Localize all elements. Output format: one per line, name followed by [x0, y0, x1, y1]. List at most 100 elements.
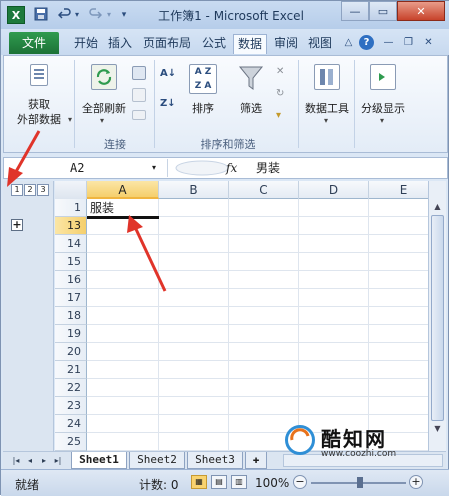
- redo-icon[interactable]: [87, 7, 103, 23]
- tab-page-layout[interactable]: 页面布局: [139, 34, 195, 54]
- zoom-in-button[interactable]: +: [409, 475, 423, 489]
- sort-ascending-icon[interactable]: A↓: [160, 68, 180, 84]
- tab-file[interactable]: 文件: [9, 32, 59, 54]
- close-button[interactable]: ✕: [397, 1, 445, 21]
- ribbon-tab-row: 文件 开始 插入 页面布局 公式 数据 审阅 视图 △ ? — ❐ ✕: [1, 29, 449, 55]
- normal-view-icon[interactable]: ▦: [191, 475, 207, 489]
- tab-review[interactable]: 审阅: [271, 34, 301, 54]
- sheet-tab-3[interactable]: Sheet3: [187, 452, 243, 469]
- worksheet-grid[interactable]: A B C D E 1 13 14 15 16 17 18 19 20 21 2…: [55, 181, 428, 451]
- status-ready: 就绪: [15, 478, 40, 492]
- tab-formulas[interactable]: 公式: [199, 34, 229, 54]
- grid-column-line: [228, 199, 229, 451]
- first-sheet-icon[interactable]: |◂: [11, 455, 21, 467]
- outline-button[interactable]: 分级显示 ▾: [358, 60, 408, 132]
- cell-a1[interactable]: 服装: [88, 200, 158, 217]
- data-tools-button[interactable]: 数据工具 ▾: [302, 60, 352, 132]
- vertical-scrollbar[interactable]: ▲ ▼: [428, 181, 446, 451]
- dropdown-arrow-icon: ▾: [68, 115, 73, 124]
- reapply-icon[interactable]: ↻: [276, 88, 290, 102]
- edit-links-icon[interactable]: [132, 110, 146, 120]
- scroll-up-icon[interactable]: ▲: [430, 199, 445, 214]
- dropdown-arrow-icon: ▾: [380, 116, 385, 125]
- clear-filter-icon[interactable]: ✕: [276, 66, 290, 80]
- grid-row-line: [87, 378, 428, 379]
- expand-group-button[interactable]: +: [11, 219, 23, 231]
- tab-view[interactable]: 视图: [305, 34, 335, 54]
- row-header[interactable]: 13: [55, 217, 87, 235]
- undo-icon[interactable]: [57, 7, 73, 23]
- properties-icon[interactable]: [132, 88, 146, 102]
- connections-icon[interactable]: [132, 66, 146, 80]
- help-icon[interactable]: ?: [359, 35, 374, 50]
- get-external-data-button[interactable]: 获取 外部数据 ▾: [8, 60, 73, 132]
- grid-column-line: [298, 199, 299, 451]
- sheet-tab-2[interactable]: Sheet2: [129, 452, 185, 469]
- tab-data[interactable]: 数据: [233, 34, 267, 54]
- outline-level-3-button[interactable]: 3: [37, 184, 49, 196]
- row-header[interactable]: 24: [55, 415, 87, 433]
- row-header[interactable]: 21: [55, 361, 87, 379]
- zoom-out-button[interactable]: −: [293, 475, 307, 489]
- row-header[interactable]: 15: [55, 253, 87, 271]
- page-break-view-icon[interactable]: ▥: [231, 475, 247, 489]
- connections-group-label: 连接: [104, 138, 126, 151]
- column-header-c[interactable]: C: [229, 181, 299, 199]
- undo-dropdown-icon[interactable]: ▾: [73, 7, 81, 23]
- column-header-a[interactable]: A: [87, 181, 159, 199]
- formula-input[interactable]: 男装: [256, 159, 280, 177]
- name-box[interactable]: A2: [8, 159, 168, 177]
- page-layout-view-icon[interactable]: ▤: [211, 475, 227, 489]
- redo-dropdown-icon[interactable]: ▾: [105, 7, 113, 23]
- wb-minimize-icon[interactable]: —: [381, 35, 396, 50]
- grid-row-line: [87, 234, 428, 235]
- excel-logo-icon[interactable]: X: [7, 6, 25, 24]
- save-icon[interactable]: [33, 7, 49, 23]
- advanced-filter-icon[interactable]: ▾: [276, 110, 290, 124]
- zoom-slider-thumb[interactable]: [357, 477, 363, 488]
- filter-funnel-icon: [238, 64, 264, 92]
- last-sheet-icon[interactable]: ▸|: [53, 455, 63, 467]
- excel-window: X ▾ ▾ ▾ 工作簿1 - Microsoft Excel — ▭ ✕ 文件 …: [0, 0, 449, 496]
- sort-descending-icon[interactable]: Z↓: [160, 98, 180, 114]
- next-sheet-icon[interactable]: ▸: [39, 455, 49, 467]
- row-header[interactable]: 18: [55, 307, 87, 325]
- row-header[interactable]: 17: [55, 289, 87, 307]
- insert-sheet-icon[interactable]: ✚: [245, 452, 267, 469]
- insert-function-icon[interactable]: fx: [226, 159, 237, 177]
- grid-column-line: [158, 199, 159, 451]
- minimize-button[interactable]: —: [341, 1, 369, 21]
- wb-close-icon[interactable]: ✕: [421, 35, 436, 50]
- filter-button[interactable]: 筛选: [230, 60, 272, 120]
- column-header-e[interactable]: E: [369, 181, 428, 199]
- zoom-level[interactable]: 100%: [255, 476, 289, 490]
- grid-row-line: [87, 252, 428, 253]
- row-header[interactable]: 20: [55, 343, 87, 361]
- row-header[interactable]: 16: [55, 271, 87, 289]
- row-header[interactable]: 14: [55, 235, 87, 253]
- minimize-ribbon-icon[interactable]: △: [341, 35, 356, 50]
- sheet-tab-1[interactable]: Sheet1: [71, 452, 127, 469]
- column-header-b[interactable]: B: [159, 181, 229, 199]
- maximize-button[interactable]: ▭: [369, 1, 397, 21]
- row-header[interactable]: 19: [55, 325, 87, 343]
- scroll-thumb[interactable]: [431, 215, 444, 421]
- select-all-button[interactable]: [55, 181, 87, 199]
- tab-home[interactable]: 开始: [71, 34, 101, 54]
- sort-label: 排序: [192, 102, 214, 115]
- customize-toolbar-icon[interactable]: ▾: [119, 7, 129, 23]
- prev-sheet-icon[interactable]: ◂: [25, 455, 35, 467]
- sort-button[interactable]: A ZZ A 排序: [184, 60, 222, 120]
- refresh-all-button[interactable]: 全部刷新 ▾: [78, 60, 130, 132]
- outline-level-1-button[interactable]: 1: [11, 184, 23, 196]
- wb-restore-icon[interactable]: ❐: [401, 35, 416, 50]
- tab-insert[interactable]: 插入: [105, 34, 135, 54]
- row-header[interactable]: 1: [55, 199, 87, 217]
- sort-icon: A ZZ A: [189, 64, 217, 94]
- row-header[interactable]: 23: [55, 397, 87, 415]
- row-header[interactable]: 25: [55, 433, 87, 451]
- column-header-d[interactable]: D: [299, 181, 369, 199]
- name-box-dropdown-icon[interactable]: ▾: [152, 159, 156, 177]
- row-header[interactable]: 22: [55, 379, 87, 397]
- outline-level-2-button[interactable]: 2: [24, 184, 36, 196]
